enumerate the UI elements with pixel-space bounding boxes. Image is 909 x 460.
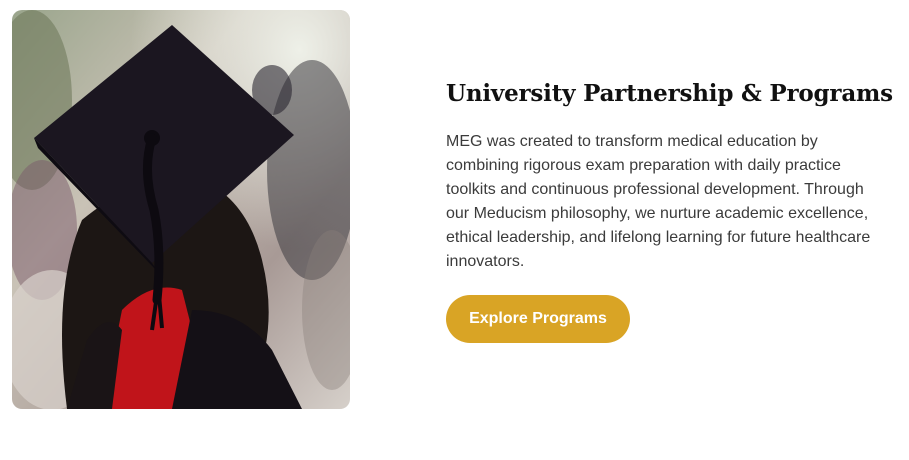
- university-partnership-section: University Partnership & Programs MEG wa…: [0, 0, 909, 460]
- explore-programs-button[interactable]: Explore Programs: [446, 295, 630, 343]
- section-title: University Partnership & Programs: [446, 80, 893, 107]
- section-description: MEG was created to transform medical edu…: [446, 133, 871, 270]
- section-content: University Partnership & Programs MEG wa…: [446, 78, 893, 274]
- graduate-photo: [12, 10, 350, 409]
